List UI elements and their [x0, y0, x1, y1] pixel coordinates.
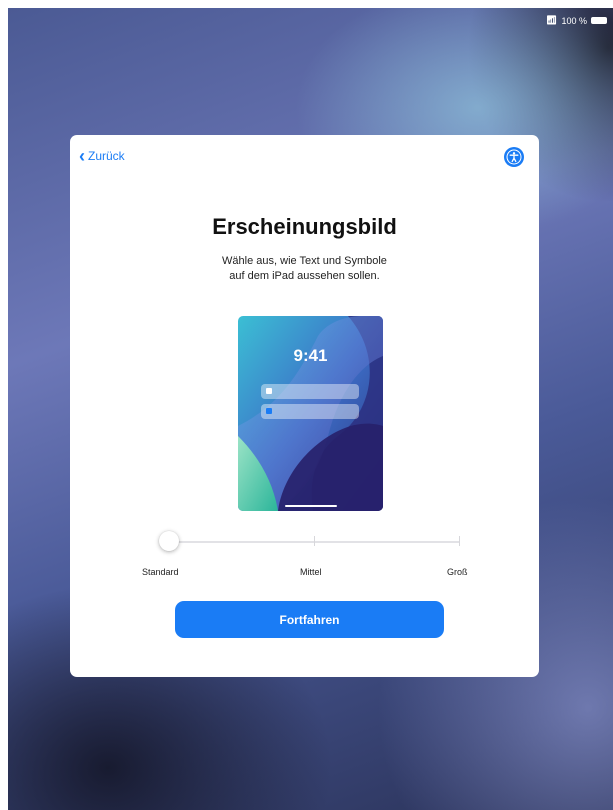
text-size-slider[interactable]: [159, 531, 460, 551]
slider-tick: [459, 536, 460, 546]
accessibility-button[interactable]: [504, 147, 524, 167]
page-title: Erscheinungsbild: [212, 214, 397, 239]
chevron-left-icon: ‹: [79, 146, 85, 166]
status-bar: 📶︎ 100 %: [546, 15, 607, 26]
notification-placeholder: [261, 404, 359, 419]
back-button[interactable]: ‹ Zurück: [79, 146, 125, 166]
notification-app-icon: [266, 408, 272, 414]
ipad-preview-image: 9:41: [238, 316, 383, 511]
notification-placeholder: [261, 384, 359, 399]
home-indicator: [285, 505, 337, 507]
wifi-icon: 📶︎: [546, 15, 558, 25]
page-subtitle: Wähle aus, wie Text und Symbole auf dem …: [70, 254, 539, 284]
subtitle-line: auf dem iPad aussehen sollen.: [229, 270, 380, 282]
slider-label-standard: Standard: [142, 567, 179, 577]
accessibility-icon: [506, 149, 522, 165]
slider-label-gross: Groß: [447, 567, 468, 577]
slider-label-mittel: Mittel: [300, 567, 322, 577]
subtitle-line: Wähle aus, wie Text und Symbole: [222, 255, 387, 267]
battery-percent: 100 %: [561, 15, 587, 26]
lock-screen-time: 9:41: [293, 346, 328, 365]
notification-app-icon: [266, 388, 272, 394]
battery-icon: [591, 17, 607, 24]
continue-button[interactable]: Fortfahren: [175, 601, 444, 638]
slider-tick: [314, 536, 315, 546]
slider-thumb[interactable]: [159, 531, 179, 551]
appearance-setup-card: ‹ Zurück Erscheinungsbild Wähle aus, wie…: [70, 135, 539, 677]
back-label: Zurück: [88, 149, 125, 163]
